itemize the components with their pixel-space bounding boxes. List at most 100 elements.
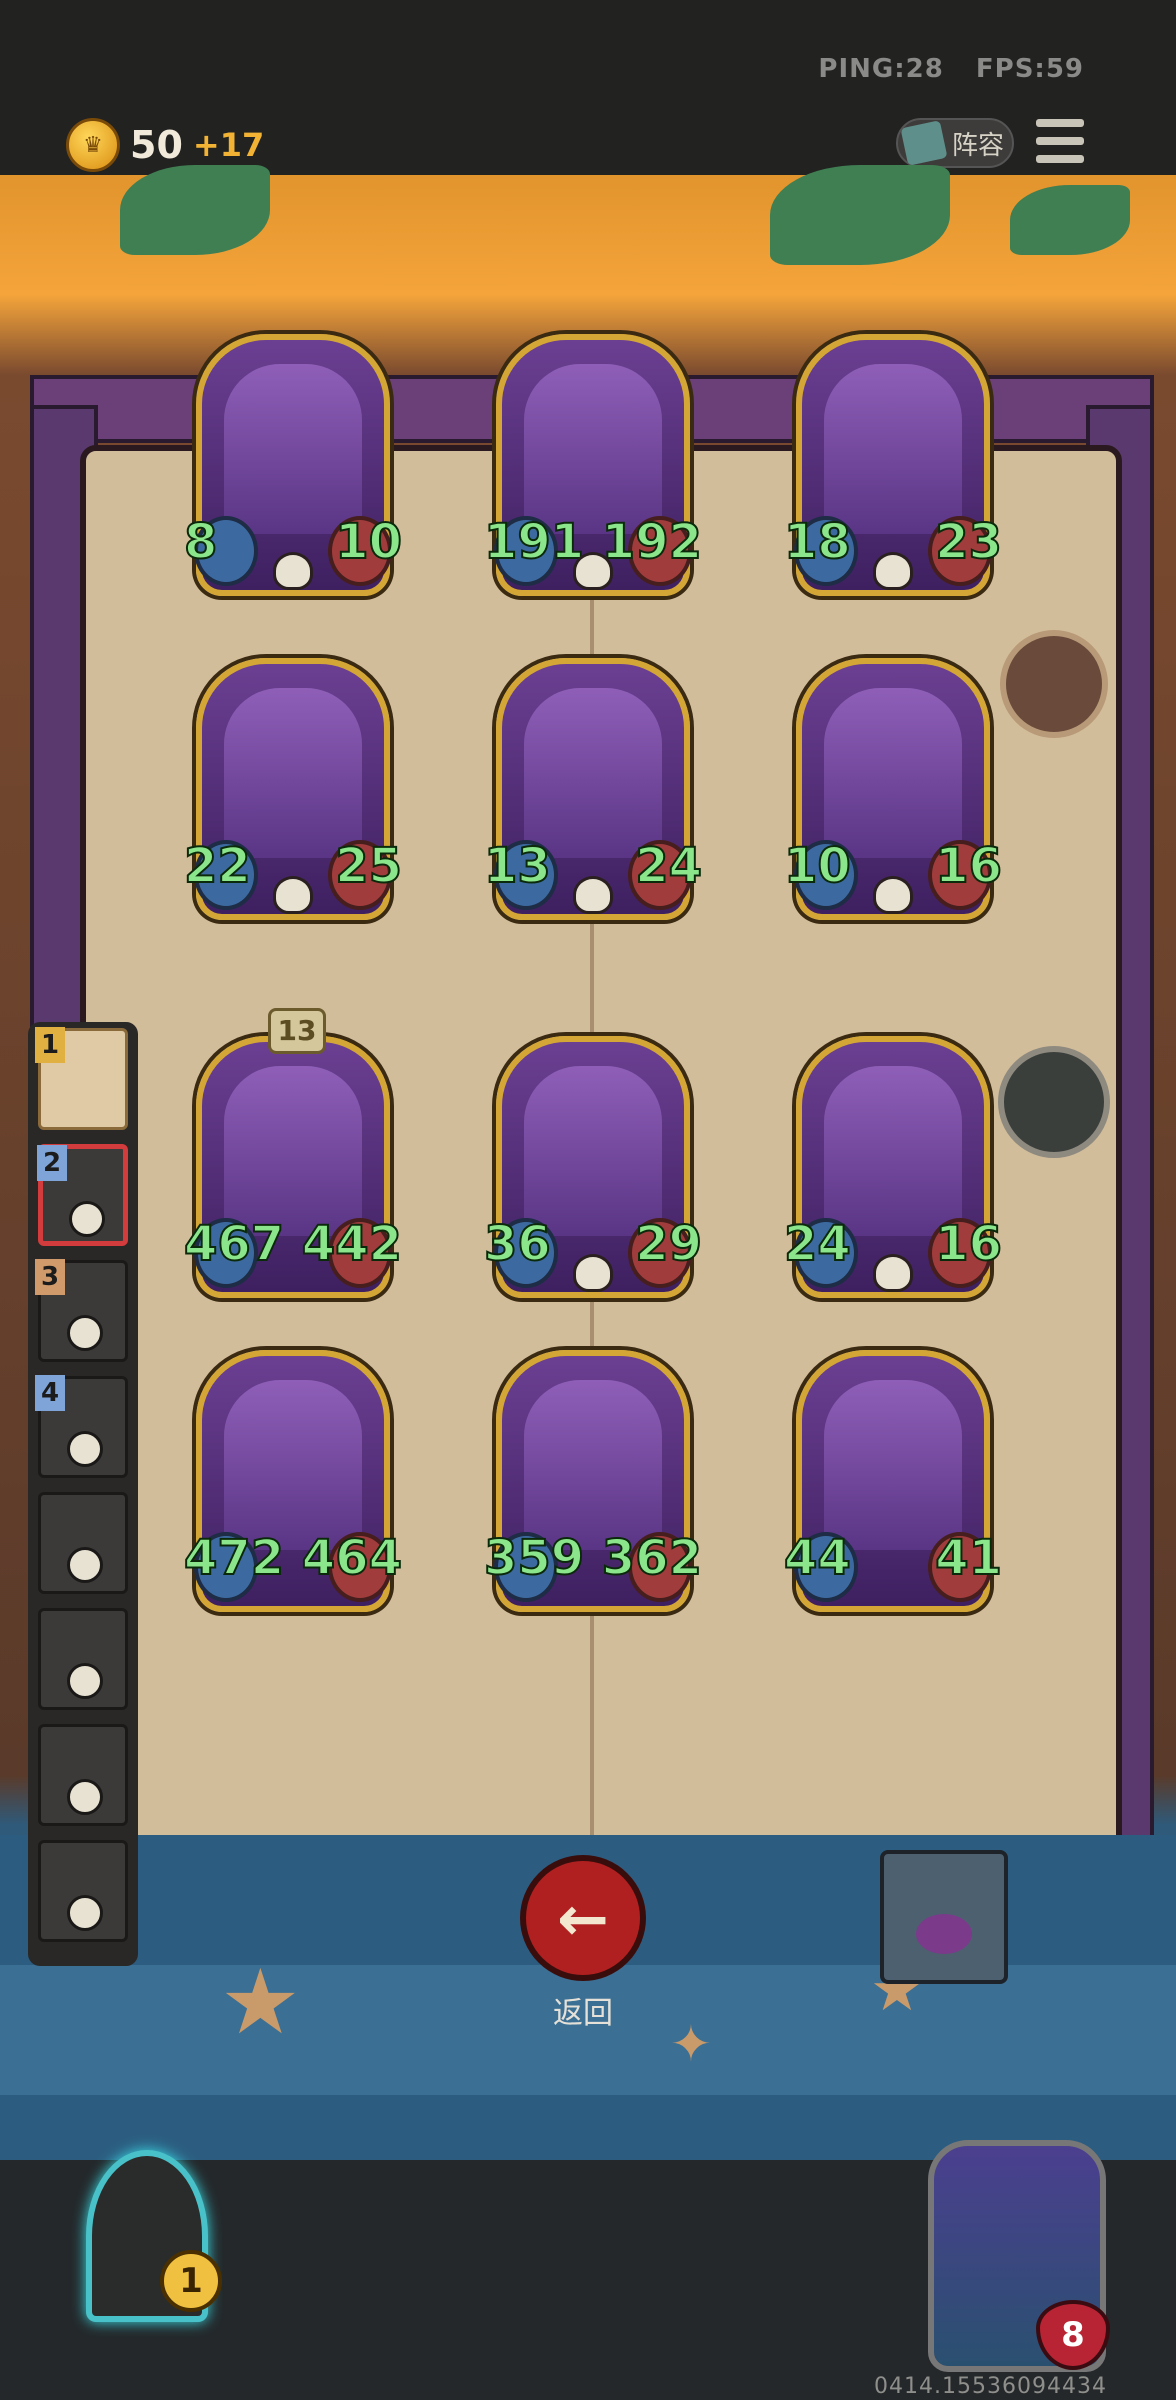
skull-icon (67, 1663, 103, 1699)
player-slot-4[interactable]: 4 (35, 1375, 128, 1478)
menu-icon-bar (1036, 119, 1084, 127)
minion-card[interactable]: 13 467 442 (183, 1008, 403, 1298)
skull-icon (67, 1547, 103, 1583)
treasure-chest-icon[interactable] (880, 1850, 1008, 1984)
leaf-decoration (770, 165, 950, 265)
attack-value: 10 (783, 837, 852, 895)
book-icon (900, 120, 948, 166)
coin-icon: ♛ (66, 118, 120, 172)
health-value: 16 (934, 837, 1003, 895)
skull-icon (67, 1315, 103, 1351)
minion-portrait (824, 1380, 962, 1550)
minion-card[interactable]: 10 16 (783, 658, 1003, 920)
rank-badge: 2 (37, 1145, 67, 1181)
minion-portrait (524, 1380, 662, 1550)
health-value: 29 (634, 1215, 703, 1273)
skull-icon (67, 1779, 103, 1815)
minion-portrait (224, 1380, 362, 1550)
ping-label: PING:28 (818, 54, 944, 84)
performance-readout: PING:28 FPS:59 (818, 54, 1084, 84)
leaf-decoration (120, 165, 270, 255)
star-decoration: ★ (220, 1950, 301, 2055)
skull-icon (69, 1201, 105, 1237)
menu-icon-bar (1036, 155, 1084, 163)
skull-icon (273, 552, 313, 590)
menu-icon-bar (1036, 137, 1084, 145)
health-value: 23 (934, 513, 1003, 571)
attack-value: 18 (783, 513, 852, 571)
chest-creature (916, 1914, 972, 1954)
skull-icon (573, 1254, 613, 1292)
coin-counter: ♛ 50 +17 (66, 118, 264, 172)
minion-portrait (524, 364, 662, 534)
skull-icon (573, 552, 613, 590)
player-slot-2[interactable]: 2 (37, 1144, 128, 1246)
attack-value: 24 (783, 1215, 852, 1273)
lineup-button[interactable]: 阵容 (896, 118, 1014, 168)
menu-button[interactable] (1036, 114, 1084, 168)
leaf-decoration (1010, 185, 1130, 255)
minion-card[interactable]: 8 10 (183, 334, 403, 596)
skull-icon (873, 552, 913, 590)
pocket-watch-icon[interactable] (1000, 630, 1108, 738)
attack-value: 467 (183, 1215, 285, 1273)
attack-value: 191 (483, 513, 585, 571)
player-slot-1[interactable]: 1 (35, 1027, 128, 1130)
attack-value: 472 (183, 1529, 285, 1587)
attack-value: 13 (483, 837, 552, 895)
minion-card[interactable]: 44 41 (783, 1350, 1003, 1612)
minion-portrait (824, 364, 962, 534)
health-value: 10 (334, 513, 403, 571)
lighter-icon[interactable] (998, 1046, 1110, 1158)
star-level-badge: 13 (268, 1008, 326, 1054)
minion-portrait (824, 688, 962, 858)
minion-portrait (224, 1066, 362, 1236)
player-slot-5[interactable] (38, 1492, 128, 1594)
back-button[interactable]: ← (520, 1855, 646, 1981)
health-value: 16 (934, 1215, 1003, 1273)
top-bar: PING:28 FPS:59 ♛ 50 +17 阵容 (0, 0, 1176, 175)
player-slot-8[interactable] (38, 1840, 128, 1942)
back-label: 返回 (553, 1996, 613, 2031)
health-value: 25 (334, 837, 403, 895)
tavern-level-value: 1 (160, 2250, 222, 2312)
player-slot-7[interactable] (38, 1724, 128, 1826)
skull-icon (573, 876, 613, 914)
minion-portrait (824, 1066, 962, 1236)
star-decoration: ✦ (670, 2015, 712, 2073)
health-value: 442 (301, 1215, 403, 1273)
rank-badge: 4 (35, 1375, 65, 1411)
minion-portrait (224, 364, 362, 534)
attack-value: 36 (483, 1215, 552, 1273)
rank-badge: 1 (35, 1027, 65, 1063)
player-slot-3[interactable]: 3 (35, 1259, 128, 1362)
arrow-left-icon: ← (557, 1881, 609, 1955)
health-value: 464 (301, 1529, 403, 1587)
minion-card[interactable]: 24 16 (783, 1036, 1003, 1298)
health-value: 41 (934, 1529, 1003, 1587)
skull-icon (273, 876, 313, 914)
minion-card[interactable]: 36 29 (483, 1036, 703, 1298)
minion-card[interactable]: 472 464 (183, 1350, 403, 1612)
fps-label: FPS:59 (975, 54, 1084, 84)
skull-icon (67, 1431, 103, 1467)
health-value: 192 (601, 513, 703, 571)
health-value: 362 (601, 1529, 703, 1587)
minion-card[interactable]: 18 23 (783, 334, 1003, 596)
skull-icon (67, 1895, 103, 1931)
minion-portrait (224, 688, 362, 858)
minion-portrait (524, 1066, 662, 1236)
minion-card[interactable]: 191 192 (483, 334, 703, 596)
build-id: 0414.15536094434 (874, 2374, 1107, 2399)
attack-value: 359 (483, 1529, 585, 1587)
player-slot-6[interactable] (38, 1608, 128, 1710)
minion-card[interactable]: 359 362 (483, 1350, 703, 1612)
minion-card[interactable]: 22 25 (183, 658, 403, 920)
skull-icon (873, 1254, 913, 1292)
lineup-label: 阵容 (952, 130, 1005, 161)
coin-value: 50 (130, 123, 183, 167)
attack-value: 8 (183, 513, 218, 571)
minion-portrait (524, 688, 662, 858)
player-list: 1 2 3 4 (28, 1022, 138, 1966)
minion-card[interactable]: 13 24 (483, 658, 703, 920)
